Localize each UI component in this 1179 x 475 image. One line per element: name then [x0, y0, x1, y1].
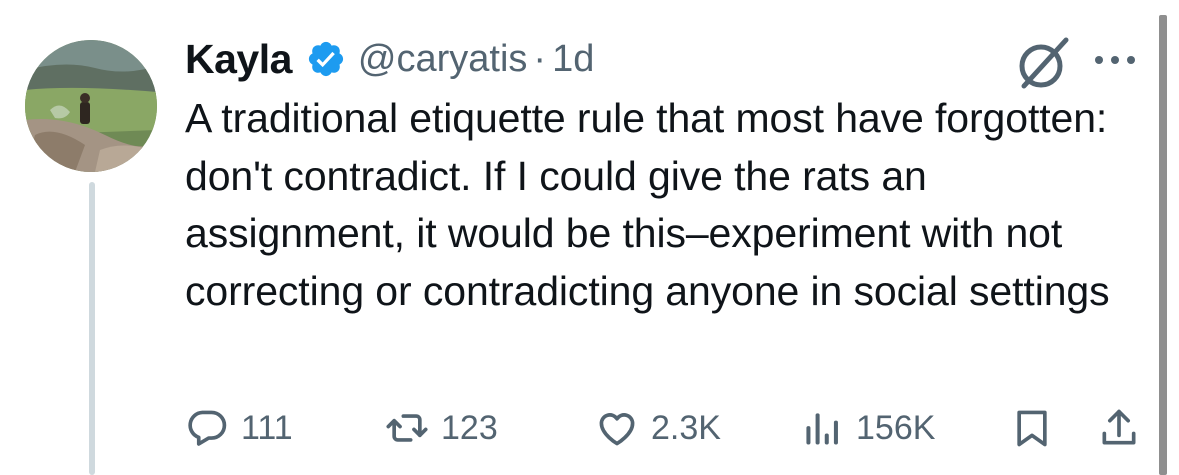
more-icon[interactable]	[1085, 40, 1149, 80]
action-bar: 111 123 2.3K 156K	[185, 398, 1145, 458]
avatar-image	[25, 40, 157, 172]
avatar[interactable]	[25, 40, 157, 172]
tweet-text: A traditional etiquette rule that most h…	[185, 95, 1110, 314]
bookmark-button[interactable]	[1010, 398, 1054, 458]
author-name[interactable]: Kayla	[185, 36, 292, 83]
verified-badge-icon	[306, 39, 346, 79]
views-icon	[806, 413, 838, 445]
views-count: 156K	[856, 408, 936, 447]
reply-icon	[188, 410, 227, 446]
scrollbar[interactable]	[1159, 15, 1167, 475]
repost-icon	[386, 414, 428, 442]
share-icon	[1102, 409, 1136, 445]
repost-count: 123	[441, 408, 498, 447]
like-button[interactable]: 2.3K	[595, 398, 721, 458]
separator-dot: ·	[533, 37, 547, 80]
like-count: 2.3K	[651, 408, 721, 447]
bookmark-icon	[1017, 410, 1047, 447]
reply-count: 111	[241, 408, 293, 447]
views-button[interactable]: 156K	[800, 398, 935, 458]
repost-button[interactable]: 123	[385, 398, 498, 458]
author-handle[interactable]: @caryatis	[358, 38, 528, 81]
share-button[interactable]	[1097, 398, 1141, 458]
reply-button[interactable]: 111	[185, 398, 293, 458]
like-icon	[599, 413, 635, 446]
thread-line	[89, 182, 95, 475]
timestamp[interactable]: 1d	[552, 38, 594, 81]
grok-icon[interactable]	[1010, 30, 1076, 96]
tweet-header: Kayla @caryatis · 1d	[185, 33, 594, 85]
